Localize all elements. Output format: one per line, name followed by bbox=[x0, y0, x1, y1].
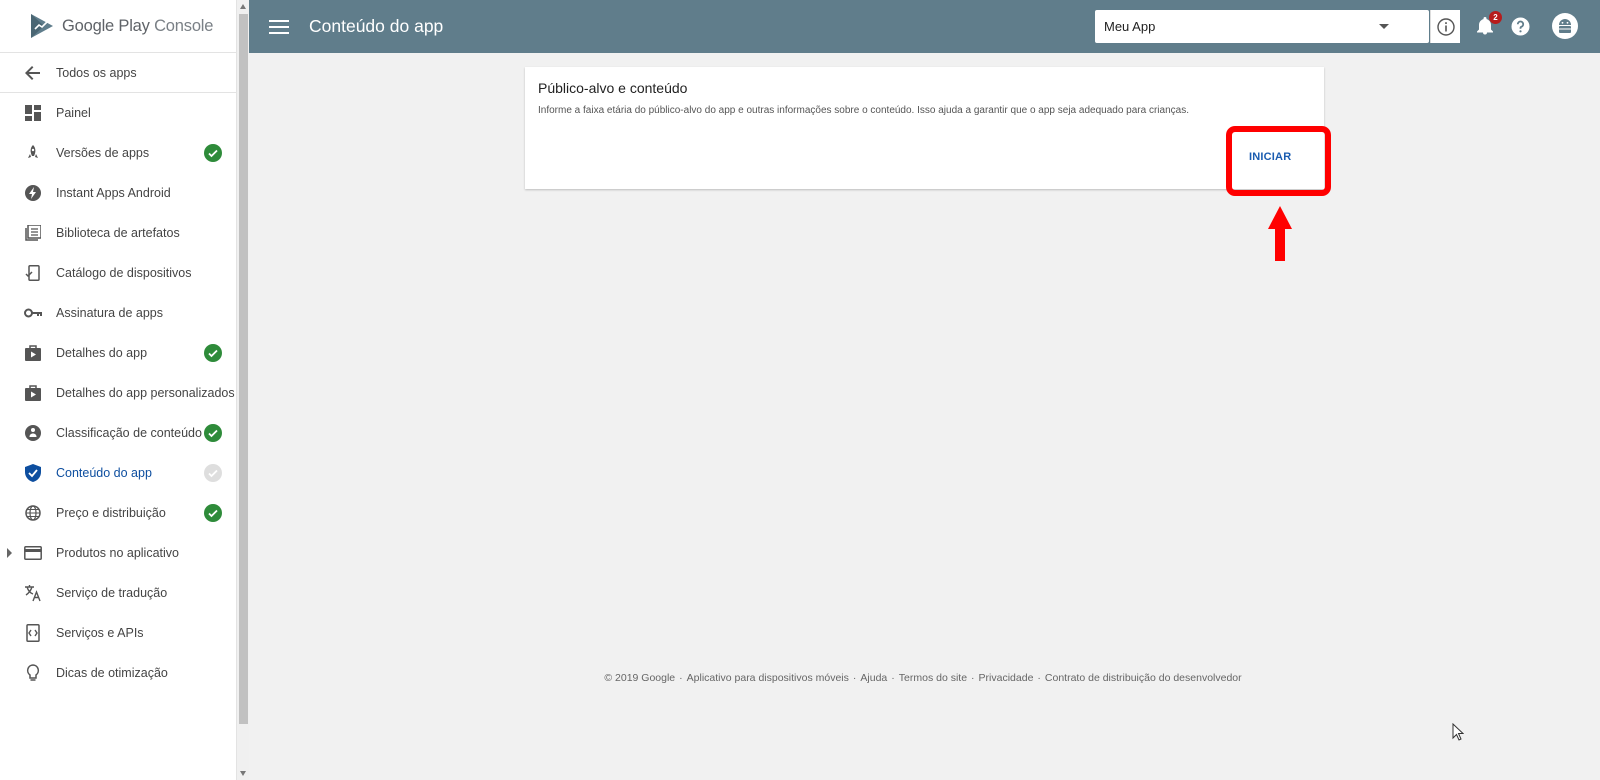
sidebar-item-conteudo[interactable]: Conteúdo do app bbox=[0, 453, 236, 493]
bolt-icon bbox=[24, 184, 42, 202]
check-circle-icon bbox=[204, 504, 222, 522]
translate-icon bbox=[24, 584, 42, 602]
footer-link-privacy[interactable]: Privacidade bbox=[979, 672, 1034, 684]
menu-icon[interactable] bbox=[269, 19, 289, 34]
annotation-arrow-shaft bbox=[1275, 227, 1285, 261]
sidebar-item-produtos[interactable]: Produtos no aplicativo bbox=[0, 533, 236, 573]
sidebar-item-catalogo[interactable]: Catálogo de dispositivos bbox=[0, 253, 236, 293]
check-circle-icon bbox=[204, 424, 222, 442]
footer-copyright: © 2019 Google bbox=[604, 672, 676, 684]
key-icon bbox=[24, 304, 42, 322]
back-label: Todos os apps bbox=[56, 65, 137, 80]
help-button[interactable] bbox=[1509, 15, 1531, 37]
check-circle-icon bbox=[204, 144, 222, 162]
sidebar-item-label: Versões de apps bbox=[56, 146, 150, 160]
brand-name: Google Play bbox=[62, 16, 150, 35]
annotation-highlight-box bbox=[1226, 126, 1331, 196]
back-to-all-apps[interactable]: Todos os apps bbox=[0, 53, 236, 93]
notifications-button[interactable]: 2 bbox=[1474, 11, 1502, 37]
sidebar: Google Play Console Todos os apps Painel… bbox=[0, 0, 236, 780]
arrow-back-icon bbox=[24, 64, 42, 82]
sidebar-item-label: Classificação de conteúdo bbox=[56, 426, 202, 440]
scroll-down-arrow-icon[interactable] bbox=[240, 771, 246, 776]
sidebar-item-biblioteca[interactable]: Biblioteca de artefatos bbox=[0, 213, 236, 253]
sidebar-item-label: Preço e distribuição bbox=[56, 506, 166, 520]
sidebar-item-servicos[interactable]: Serviços e APIs bbox=[0, 613, 236, 653]
credit-card-icon bbox=[24, 544, 42, 562]
footer: © 2019 Google · Aplicativo para dispositiv… bbox=[604, 672, 1242, 684]
footer-link-mobile-app[interactable]: Aplicativo para dispositivos móveis bbox=[687, 672, 849, 684]
card-title: Público-alvo e conteúdo bbox=[538, 80, 688, 96]
play-console-logo-icon bbox=[31, 14, 53, 38]
avatar[interactable] bbox=[1552, 13, 1578, 39]
rocket-icon bbox=[24, 144, 42, 162]
footer-link-developer-agreement[interactable]: Contrato de distribuição do desenvolvedo… bbox=[1045, 672, 1242, 684]
scroll-up-arrow-icon[interactable] bbox=[240, 4, 246, 9]
footer-link-help[interactable]: Ajuda bbox=[860, 672, 887, 684]
annotation-arrow-head bbox=[1268, 206, 1292, 229]
sidebar-item-instant-apps[interactable]: Instant Apps Android bbox=[0, 173, 236, 213]
sidebar-item-label: Conteúdo do app bbox=[56, 466, 152, 480]
page-title: Conteúdo do app bbox=[309, 16, 444, 36]
sidebar-item-detalhes[interactable]: Detalhes do app bbox=[0, 333, 236, 373]
play-store-icon bbox=[24, 344, 42, 362]
mouse-cursor-icon bbox=[1452, 723, 1464, 741]
card-description: Informe a faixa etária do público-alvo d… bbox=[538, 105, 1189, 116]
sidebar-item-label: Detalhes do app bbox=[56, 346, 148, 360]
sidebar-item-assinatura[interactable]: Assinatura de apps bbox=[0, 293, 236, 333]
app-selector-value: Meu App bbox=[1104, 19, 1156, 34]
info-icon bbox=[1436, 17, 1455, 36]
sidebar-item-label: Serviço de tradução bbox=[56, 586, 168, 600]
sidebar-item-label: Biblioteca de artefatos bbox=[56, 226, 180, 240]
sidebar-item-preco[interactable]: Preço e distribuição bbox=[0, 493, 236, 533]
api-icon bbox=[24, 624, 42, 642]
sidebar-item-label: Catálogo de dispositivos bbox=[56, 266, 192, 280]
sidebar-item-painel[interactable]: Painel bbox=[0, 93, 236, 133]
content-rating-icon bbox=[24, 424, 42, 442]
sidebar-item-traducao[interactable]: Serviço de tradução bbox=[0, 573, 236, 613]
sidebar-item-label: Painel bbox=[56, 106, 91, 120]
sidebar-item-label: Assinatura de apps bbox=[56, 306, 164, 320]
dropdown-arrow-icon bbox=[1379, 24, 1389, 29]
info-button[interactable] bbox=[1430, 10, 1460, 43]
sidebar-item-versoes[interactable]: Versões de apps bbox=[0, 133, 236, 173]
sidebar-item-label: Produtos no aplicativo bbox=[56, 546, 179, 560]
expand-arrow-icon[interactable] bbox=[7, 548, 12, 558]
sidebar-nav: Painel Versões de apps Instant Apps Andr… bbox=[0, 93, 236, 693]
brand[interactable]: Google Play Console bbox=[0, 0, 236, 53]
sidebar-item-label: Instant Apps Android bbox=[56, 186, 171, 200]
play-store-icon bbox=[24, 384, 42, 402]
sidebar-scrollbar[interactable] bbox=[236, 0, 249, 780]
sidebar-item-classificacao[interactable]: Classificação de conteúdo bbox=[0, 413, 236, 453]
check-circle-icon bbox=[204, 344, 222, 362]
sidebar-item-detalhes-personalizados[interactable]: Detalhes do app personalizados bbox=[0, 373, 236, 413]
globe-icon bbox=[24, 504, 42, 522]
android-avatar-icon bbox=[1559, 19, 1571, 33]
scroll-thumb[interactable] bbox=[239, 14, 248, 724]
notification-badge: 2 bbox=[1489, 11, 1502, 24]
library-icon bbox=[24, 224, 42, 242]
sidebar-item-label: Serviços e APIs bbox=[56, 626, 144, 640]
app-selector[interactable]: Meu App bbox=[1095, 10, 1429, 43]
footer-link-terms[interactable]: Termos do site bbox=[899, 672, 967, 684]
sidebar-item-label: Detalhes do app personalizados bbox=[56, 386, 235, 400]
device-catalog-icon bbox=[24, 264, 42, 282]
shield-check-icon bbox=[24, 464, 42, 482]
dashboard-icon bbox=[24, 104, 42, 122]
audience-content-card: Público-alvo e conteúdo Informe a faixa … bbox=[525, 67, 1324, 189]
check-circle-icon bbox=[204, 464, 222, 482]
top-app-bar: Conteúdo do app Meu App 2 bbox=[249, 0, 1600, 53]
help-icon bbox=[1511, 17, 1529, 35]
brand-product: Console bbox=[154, 16, 214, 35]
